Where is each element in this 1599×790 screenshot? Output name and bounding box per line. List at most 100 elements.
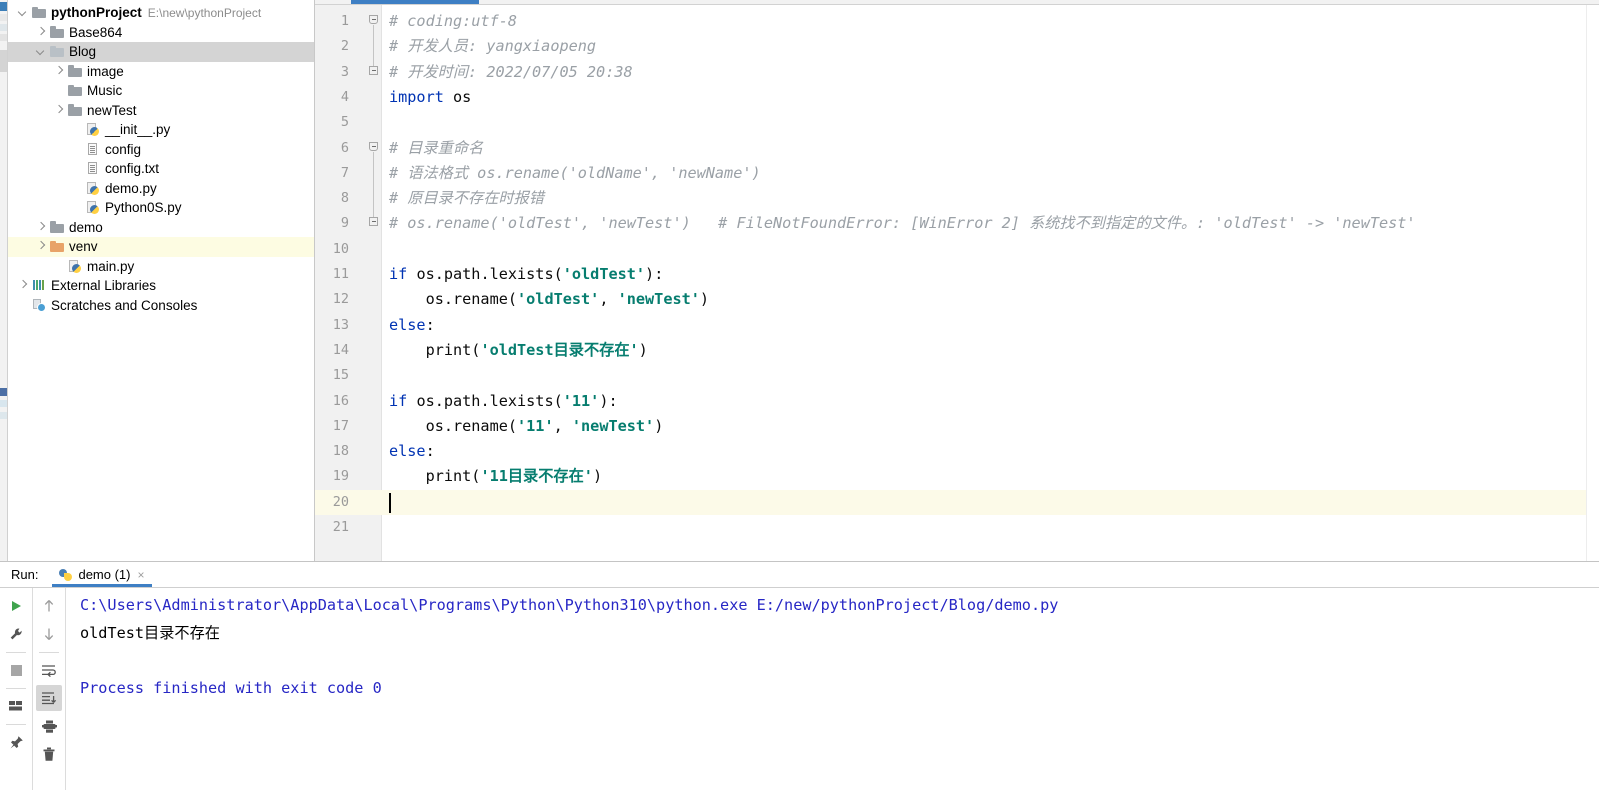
folder-icon bbox=[68, 83, 83, 98]
line-number: 7 bbox=[315, 161, 349, 186]
tree-item-config[interactable]: config bbox=[8, 140, 314, 160]
tree-item-init-py[interactable]: __init__.py bbox=[8, 120, 314, 140]
code-line[interactable]: if os.path.lexists('oldTest'): bbox=[389, 262, 663, 287]
soft-wrap-button[interactable] bbox=[36, 657, 62, 683]
code-line[interactable]: # 开发时间: 2022/07/05 20:38 bbox=[389, 60, 633, 85]
code-line[interactable]: else: bbox=[389, 439, 435, 464]
tree-item-demo-py[interactable]: demo.py bbox=[8, 179, 314, 199]
code-token: # coding:utf-8 bbox=[389, 12, 517, 30]
edit-configurations-button[interactable] bbox=[3, 621, 29, 647]
text-file-icon bbox=[86, 161, 101, 176]
folder-icon bbox=[50, 25, 65, 40]
chevron-down-icon[interactable] bbox=[36, 46, 47, 57]
code-line[interactable]: else: bbox=[389, 313, 435, 338]
folder-icon bbox=[50, 220, 65, 235]
tree-item-config-txt[interactable]: config.txt bbox=[8, 159, 314, 179]
tree-item-external-libraries[interactable]: External Libraries bbox=[8, 276, 314, 296]
code-line[interactable]: # 目录重命名 bbox=[389, 136, 483, 161]
code-line[interactable]: print('oldTest目录不存在') bbox=[389, 338, 648, 363]
code-token: os.path.lexists( bbox=[407, 265, 562, 283]
code-line[interactable]: # 原目录不存在时报错 bbox=[389, 186, 544, 211]
line-number: 12 bbox=[315, 287, 349, 312]
python-icon bbox=[59, 568, 73, 582]
clear-all-button[interactable] bbox=[36, 741, 62, 767]
text-caret bbox=[389, 493, 391, 513]
print-button[interactable] bbox=[36, 713, 62, 739]
tree-item-newtest[interactable]: newTest bbox=[8, 101, 314, 121]
tree-item-label: Blog bbox=[69, 42, 96, 62]
tree-item-image[interactable]: image bbox=[8, 62, 314, 82]
code-line[interactable]: # coding:utf-8 bbox=[389, 9, 517, 34]
stop-button[interactable] bbox=[3, 657, 29, 683]
tree-item-scratches-and-consoles[interactable]: Scratches and Consoles bbox=[8, 296, 314, 316]
tree-item-path: E:\new\pythonProject bbox=[148, 6, 261, 20]
tree-item-demo[interactable]: demo bbox=[8, 218, 314, 238]
code-line[interactable]: # 开发人员: yangxiaopeng bbox=[389, 34, 596, 59]
python-file-icon bbox=[68, 259, 83, 274]
fold-toggle-icon[interactable] bbox=[369, 217, 380, 228]
pin-tab-button[interactable] bbox=[3, 729, 29, 755]
code-line[interactable]: os.rename('oldTest', 'newTest') bbox=[389, 287, 709, 312]
close-icon[interactable]: × bbox=[138, 569, 145, 581]
chevron-right-icon[interactable] bbox=[18, 280, 29, 291]
editor-and-sidebar-area: pythonProjectE:\new\pythonProjectBase864… bbox=[0, 0, 1599, 561]
console-line bbox=[80, 647, 1599, 675]
fold-box bbox=[369, 66, 378, 75]
editor-text-area[interactable]: # coding:utf-8 # 开发人员: yangxiaopeng # 开发时间… bbox=[382, 5, 1599, 561]
tree-item-venv[interactable]: venv bbox=[8, 237, 314, 257]
previous-occurrence-button[interactable] bbox=[36, 593, 62, 619]
tool-window-strip[interactable] bbox=[0, 0, 8, 561]
line-number: 1 bbox=[315, 9, 349, 34]
tree-item-python0s-py[interactable]: Python0S.py bbox=[8, 198, 314, 218]
code-token: , bbox=[599, 290, 617, 308]
trash-icon bbox=[42, 747, 56, 762]
rerun-button[interactable] bbox=[3, 593, 29, 619]
chevron-right-icon[interactable] bbox=[54, 105, 65, 116]
code-token: # 开发人员: yangxiaopeng bbox=[389, 37, 596, 55]
code-line[interactable]: import os bbox=[389, 85, 471, 110]
tree-item-base864[interactable]: Base864 bbox=[8, 23, 314, 43]
toolbar-divider bbox=[6, 688, 26, 689]
tree-spacer bbox=[72, 202, 83, 213]
external-libraries-icon bbox=[32, 278, 47, 293]
fold-toggle-icon[interactable] bbox=[369, 142, 380, 153]
fold-box bbox=[369, 217, 378, 226]
code-line[interactable]: # os.rename('oldTest', 'newTest') # File… bbox=[389, 211, 1416, 236]
code-token: : bbox=[426, 316, 435, 334]
code-line[interactable]: print('11目录不存在') bbox=[389, 464, 602, 489]
fold-toggle-icon[interactable] bbox=[369, 66, 380, 77]
python-file-icon bbox=[86, 181, 101, 196]
next-occurrence-button[interactable] bbox=[36, 621, 62, 647]
text-file-icon bbox=[86, 142, 101, 157]
tree-item-music[interactable]: Music bbox=[8, 81, 314, 101]
pin-icon bbox=[9, 735, 24, 750]
line-number: 8 bbox=[315, 186, 349, 211]
chevron-right-icon[interactable] bbox=[54, 66, 65, 77]
tree-item-label: Scratches and Consoles bbox=[51, 296, 197, 316]
code-token: 'newTest' bbox=[572, 417, 654, 435]
code-area-wrapper: 123456789101112131415161718192021 # codi… bbox=[315, 5, 1599, 561]
chevron-right-icon[interactable] bbox=[36, 27, 47, 38]
tree-spacer bbox=[72, 144, 83, 155]
tree-spacer bbox=[54, 261, 65, 272]
chevron-right-icon[interactable] bbox=[36, 222, 47, 233]
tree-item-pythonproject[interactable]: pythonProjectE:\new\pythonProject bbox=[8, 3, 314, 23]
editor-gutter[interactable]: 123456789101112131415161718192021 bbox=[315, 5, 382, 561]
code-line[interactable]: if os.path.lexists('11'): bbox=[389, 389, 618, 414]
code-line[interactable]: os.rename('11', 'newTest') bbox=[389, 414, 663, 439]
chevron-right-icon[interactable] bbox=[36, 241, 47, 252]
code-token: else bbox=[389, 442, 426, 460]
chevron-down-icon[interactable] bbox=[18, 7, 29, 18]
folder-icon bbox=[32, 5, 47, 20]
project-tree-panel[interactable]: pythonProjectE:\new\pythonProjectBase864… bbox=[8, 0, 315, 561]
run-body: C:\Users\Administrator\AppData\Local\Pro… bbox=[0, 588, 1599, 790]
code-line[interactable]: # 语法格式 os.rename('oldName', 'newName') bbox=[389, 161, 761, 186]
tree-item-blog[interactable]: Blog bbox=[8, 42, 314, 62]
run-tab-demo[interactable]: demo (1) × bbox=[52, 562, 151, 587]
layout-button[interactable] bbox=[3, 693, 29, 719]
run-console-output[interactable]: C:\Users\Administrator\AppData\Local\Pro… bbox=[66, 588, 1599, 790]
code-token: 'newTest' bbox=[618, 290, 700, 308]
fold-toggle-icon[interactable] bbox=[369, 15, 380, 26]
tree-item-main-py[interactable]: main.py bbox=[8, 257, 314, 277]
scroll-to-end-button[interactable] bbox=[36, 685, 62, 711]
